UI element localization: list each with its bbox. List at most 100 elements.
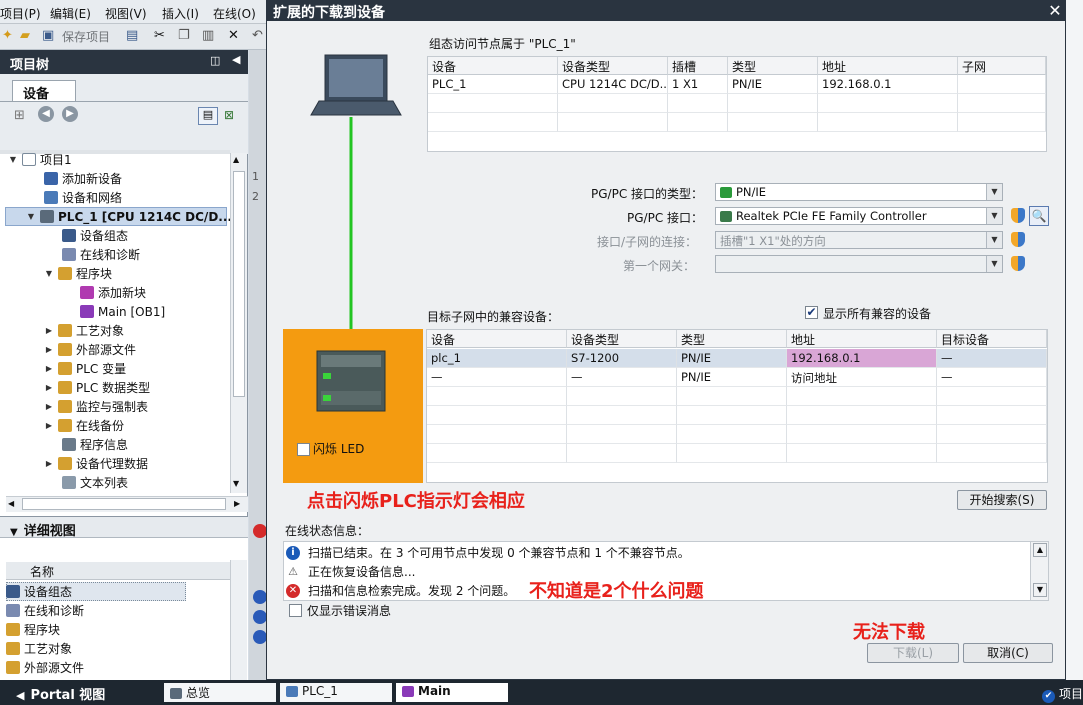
undo-icon[interactable]: ↶	[252, 28, 263, 43]
search-icon[interactable]: 🔍	[1029, 206, 1049, 226]
pgpc-type-select[interactable]: PN/IE ▼	[715, 183, 1003, 201]
target-cell-device[interactable]: plc_1	[427, 349, 567, 368]
tree-item-project1[interactable]: ▼ 项目1	[8, 150, 72, 169]
copy-icon[interactable]: ❐	[178, 28, 190, 43]
first-gateway-select[interactable]: ▼	[715, 255, 1003, 273]
shield-icon[interactable]	[1011, 208, 1025, 223]
scroll-down-icon[interactable]: ▼	[233, 479, 239, 488]
scroll-down-icon[interactable]: ▼	[1033, 583, 1047, 597]
collapsed-arrow-icon[interactable]: ▶	[44, 459, 54, 468]
new-project-icon[interactable]: ✦	[2, 28, 13, 43]
scroll-right-icon[interactable]: ▶	[234, 499, 240, 508]
task-tab-plc1[interactable]: PLC_1	[280, 683, 392, 702]
detail-item-device-config[interactable]: 设备组态	[6, 582, 72, 601]
chevron-down-icon[interactable]: ▼	[986, 256, 1002, 272]
collapse-panel-icon[interactable]: ◀	[232, 53, 240, 66]
tree-item-watch-tables[interactable]: ▶ 监控与强制表	[44, 397, 148, 416]
tree-item-tech-objects[interactable]: ▶ 工艺对象	[44, 321, 124, 340]
cancel-button[interactable]: 取消(C)	[963, 643, 1053, 663]
scroll-left-icon[interactable]: ◀	[8, 499, 14, 508]
tree-item-program-info[interactable]: 程序信息	[48, 435, 128, 454]
config-col-subnet[interactable]: 子网	[958, 57, 1046, 75]
detail-item-program-blocks[interactable]: 程序块	[6, 620, 60, 639]
detail-item-tech-objects[interactable]: 工艺对象	[6, 639, 72, 658]
tree-item-plc-tags[interactable]: ▶ PLC 变量	[44, 359, 126, 378]
tree-item-online-diag[interactable]: 在线和诊断	[48, 245, 140, 264]
target-col-type[interactable]: 设备类型	[567, 330, 677, 348]
tree-item-program-blocks[interactable]: ▼ 程序块	[44, 264, 112, 283]
config-col-slot[interactable]: 插槽	[668, 57, 728, 75]
paste-icon[interactable]: ▥	[202, 28, 214, 43]
panel-layout-icon[interactable]: ◫	[210, 54, 220, 67]
add-icon[interactable]: ⊞	[14, 108, 25, 123]
tree-vertical-scrollbar[interactable]: ▲ ▼	[230, 153, 247, 493]
menu-project[interactable]: 项目(P)	[0, 5, 41, 22]
task-tab-overview[interactable]: 总览	[164, 683, 276, 702]
tab-devices[interactable]: 设备	[12, 80, 76, 102]
tree-settings-icon[interactable]: ⊠	[224, 108, 234, 122]
menu-insert[interactable]: 插入(I)	[162, 5, 199, 22]
target-cell-kind[interactable]: PN/IE	[677, 349, 787, 368]
back-icon[interactable]: ◀	[38, 106, 54, 122]
target-cell-type[interactable]: —	[567, 368, 677, 387]
flash-led-checkbox[interactable]	[297, 443, 310, 456]
collapsed-arrow-icon[interactable]: ▶	[44, 421, 54, 430]
tree-item-add-block[interactable]: 添加新块	[66, 283, 146, 302]
menu-edit[interactable]: 编辑(E)	[50, 5, 91, 22]
target-col-kind[interactable]: 类型	[677, 330, 787, 348]
pgpc-iface-select[interactable]: Realtek PCIe FE Family Controller ▼	[715, 207, 1003, 225]
tree-item-plc1[interactable]: ▼ PLC_1 [CPU 1214C DC/D...	[26, 207, 232, 226]
chevron-down-icon[interactable]: ▼	[986, 232, 1002, 248]
tree-horizontal-scrollbar[interactable]: ◀ ▶	[6, 496, 248, 512]
tree-item-device-config[interactable]: 设备组态	[48, 226, 128, 245]
chevron-down-icon[interactable]: ▼	[986, 208, 1002, 224]
target-cell-address[interactable]: 192.168.0.1	[787, 349, 937, 368]
target-cell-target[interactable]: —	[937, 349, 1047, 368]
expanded-arrow-icon[interactable]: ▼	[8, 155, 18, 164]
tree-item-proxy-data[interactable]: ▶ 设备代理数据	[44, 454, 148, 473]
target-cell-target[interactable]: —	[937, 368, 1047, 387]
target-col-device[interactable]: 设备	[427, 330, 567, 348]
print-icon[interactable]: ▤	[126, 28, 138, 43]
collapsed-arrow-icon[interactable]: ▶	[44, 326, 54, 335]
collapsed-arrow-icon[interactable]: ▶	[44, 345, 54, 354]
target-col-address[interactable]: 地址	[787, 330, 937, 348]
detail-item-online-diag[interactable]: 在线和诊断	[6, 601, 84, 620]
status-scrollbar[interactable]: ▲ ▼	[1030, 542, 1048, 600]
target-cell-kind[interactable]: PN/IE	[677, 368, 787, 387]
portal-view-button[interactable]: ◀ Portal 视图	[16, 684, 105, 703]
chevron-down-icon[interactable]: ▼	[986, 184, 1002, 200]
target-col-target[interactable]: 目标设备	[937, 330, 1047, 348]
detail-scrollbar[interactable]	[230, 560, 247, 680]
open-project-icon[interactable]: ▰	[20, 28, 30, 43]
detail-item-external-src[interactable]: 外部源文件	[6, 658, 84, 677]
collapse-arrow-icon[interactable]: ▼	[10, 527, 18, 538]
delete-icon[interactable]: ✕	[228, 28, 239, 43]
subnet-conn-select[interactable]: 插槽"1 X1"处的方向 ▼	[715, 231, 1003, 249]
tree-item-external-src[interactable]: ▶ 外部源文件	[44, 340, 136, 359]
list-view-icon[interactable]: ▤	[198, 107, 218, 125]
target-cell-type[interactable]: S7-1200	[567, 349, 677, 368]
tree-item-devices-networks[interactable]: 设备和网络	[30, 188, 122, 207]
detail-view-header[interactable]: ▼ 详细视图	[0, 516, 248, 539]
tree-item-online-backup[interactable]: ▶ 在线备份	[44, 416, 124, 435]
save-icon[interactable]: ▣	[42, 28, 54, 43]
close-icon[interactable]: ✕	[1045, 2, 1065, 20]
tree-item-plc-datatypes[interactable]: ▶ PLC 数据类型	[44, 378, 150, 397]
target-cell-device[interactable]: —	[427, 368, 567, 387]
shield-icon[interactable]	[1011, 232, 1025, 247]
detail-column-header[interactable]: 名称	[6, 562, 246, 580]
tree-item-add-device[interactable]: 添加新设备	[30, 169, 122, 188]
shield-icon[interactable]	[1011, 256, 1025, 271]
config-col-kind[interactable]: 类型	[728, 57, 818, 75]
expanded-arrow-icon[interactable]: ▼	[26, 212, 36, 221]
tree-item-main-ob1[interactable]: Main [OB1]	[66, 302, 165, 321]
target-cell-address[interactable]: 访问地址	[787, 368, 937, 387]
collapsed-arrow-icon[interactable]: ▶	[44, 383, 54, 392]
show-errors-checkbox[interactable]	[289, 604, 302, 617]
tree-item-text-lists[interactable]: 文本列表	[48, 473, 128, 492]
expanded-arrow-icon[interactable]: ▼	[44, 269, 54, 278]
scroll-up-icon[interactable]: ▲	[233, 155, 239, 164]
start-search-button[interactable]: 开始搜索(S)	[957, 490, 1047, 510]
collapsed-arrow-icon[interactable]: ▶	[44, 402, 54, 411]
